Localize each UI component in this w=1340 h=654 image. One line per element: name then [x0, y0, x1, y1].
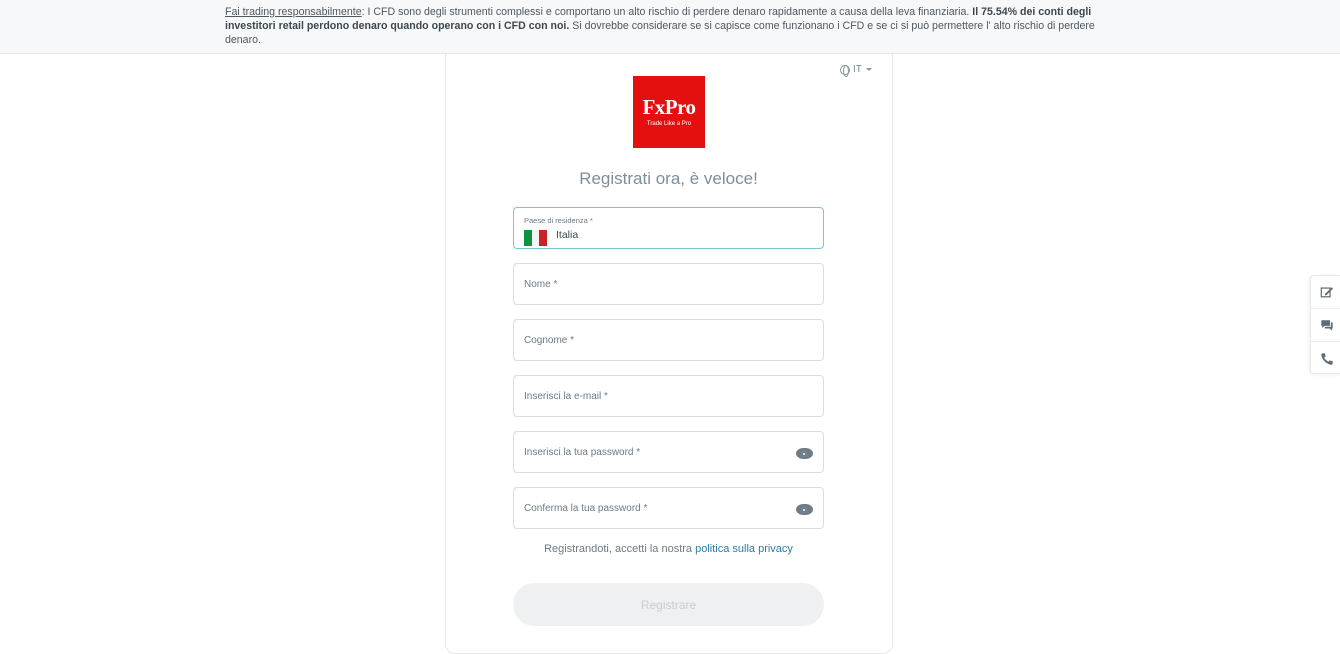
side-tool-feedback[interactable] [1311, 276, 1340, 309]
consent-text: Registrandoti, accetti la nostra [544, 543, 696, 555]
register-button[interactable]: Registrare [513, 583, 824, 626]
country-select[interactable]: Paese di residenza * Italia [513, 207, 824, 249]
last-name-field[interactable]: Cognome * [513, 319, 824, 361]
email-placeholder: Inserisci la e-mail * [524, 391, 608, 402]
privacy-policy-link[interactable]: politica sulla privacy [695, 543, 793, 555]
side-tool-chat[interactable] [1311, 309, 1340, 342]
confirm-password-field[interactable]: Conferma la tua password * [513, 487, 824, 529]
show-confirm-password-eye-icon[interactable] [796, 504, 813, 515]
side-tool-call[interactable] [1311, 342, 1340, 375]
privacy-consent-text: Registrandoti, accetti la nostra politic… [513, 543, 824, 555]
country-label: Paese di residenza * [524, 216, 593, 225]
risk-warning-text: Fai trading responsabilmente: I CFD sono… [225, 5, 1110, 47]
chat-icon [1320, 320, 1333, 331]
logo-tagline: Trade Like a Pro [646, 121, 692, 127]
risk-text-part1: : I CFD sono degli strumenti complessi e… [361, 6, 973, 18]
country-value: Italia [556, 229, 579, 241]
responsible-trading-link[interactable]: Fai trading responsabilmente [225, 6, 362, 18]
caret-down-icon [865, 68, 872, 71]
phone-icon [1320, 352, 1333, 365]
email-field[interactable]: Inserisci la e-mail * [513, 375, 824, 417]
show-password-eye-icon[interactable] [796, 448, 813, 459]
risk-warning-banner: Fai trading responsabilmente: I CFD sono… [0, 0, 1340, 54]
language-code: IT [853, 64, 862, 75]
first-name-placeholder: Nome * [524, 279, 558, 290]
language-selector[interactable]: IT [840, 64, 872, 77]
password-field[interactable]: Inserisci la tua password * [513, 431, 824, 473]
password-placeholder: Inserisci la tua password * [524, 447, 641, 458]
edit-note-icon [1320, 287, 1333, 298]
first-name-field[interactable]: Nome * [513, 263, 824, 305]
confirm-password-placeholder: Conferma la tua password * [524, 503, 648, 514]
logo-brand: FxPro [642, 95, 696, 119]
form-heading: Registrati ora, è veloce! [579, 169, 758, 188]
italy-flag-icon [524, 230, 548, 246]
globe-icon [840, 64, 850, 77]
side-tools-panel [1310, 275, 1340, 374]
fxpro-logo: FxPro Trade Like a Pro [633, 76, 705, 148]
last-name-placeholder: Cognome * [524, 335, 575, 346]
